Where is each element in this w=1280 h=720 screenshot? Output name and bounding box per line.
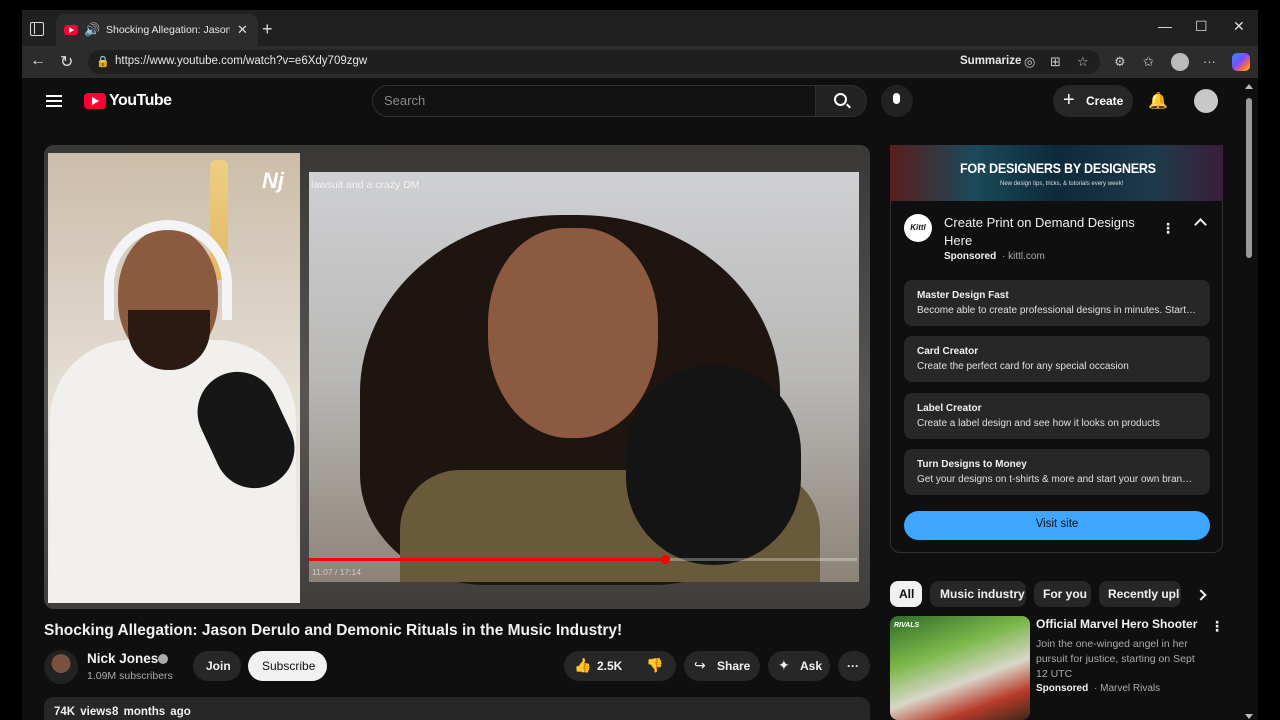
video-guest-microphone bbox=[626, 365, 801, 565]
recommended-description[interactable]: Join the one-winged angel in her pursuit… bbox=[1036, 637, 1208, 682]
voice-search-button[interactable] bbox=[881, 85, 913, 117]
extensions-icon[interactable]: ⚙ bbox=[1114, 54, 1126, 70]
scroll-down-arrow-icon[interactable] bbox=[1245, 714, 1253, 719]
ad-sitelink-desc[interactable]: Get your designs on t-shirts & more and … bbox=[917, 474, 1197, 485]
view-count: 74K views bbox=[54, 706, 112, 718]
site-info-icon[interactable]: 🔒 bbox=[96, 55, 110, 68]
search-placeholder[interactable]: Search bbox=[384, 93, 425, 108]
verified-badge-icon bbox=[158, 654, 168, 664]
like-count[interactable]: 2.5K bbox=[597, 659, 622, 673]
audio-playing-icon[interactable]: 🔊 bbox=[84, 22, 100, 38]
chip-label[interactable]: Music industry bbox=[940, 587, 1025, 601]
chip-label[interactable]: For you bbox=[1043, 587, 1087, 601]
video-scrubber-handle[interactable] bbox=[661, 555, 670, 564]
video-guest-face bbox=[488, 228, 658, 438]
favorite-star-icon[interactable]: ☆ bbox=[1077, 54, 1089, 70]
ad-sitelink-3[interactable] bbox=[904, 393, 1210, 439]
recommended-sponsored-label: Sponsored bbox=[1036, 683, 1089, 694]
ad-sitelink-2[interactable] bbox=[904, 336, 1210, 382]
search-input[interactable] bbox=[372, 85, 816, 117]
advertiser-logo[interactable]: Kittl bbox=[904, 214, 932, 242]
sparkle-icon[interactable]: ✦ bbox=[778, 657, 790, 674]
reload-button[interactable]: ↻ bbox=[60, 52, 73, 72]
browser-profile-avatar[interactable] bbox=[1171, 53, 1189, 71]
minimize-button[interactable]: — bbox=[1158, 18, 1172, 34]
chip-label[interactable]: All bbox=[899, 587, 914, 601]
ad-sitelink-desc[interactable]: Become able to create professional desig… bbox=[917, 305, 1197, 316]
chip-label[interactable]: Recently uplo bbox=[1108, 587, 1180, 601]
notifications-bell-icon[interactable]: 🔔 bbox=[1148, 91, 1168, 111]
subscriber-count: 1.09M subscribers bbox=[87, 670, 173, 682]
like-icon[interactable]: 👍 bbox=[574, 657, 591, 674]
join-label[interactable]: Join bbox=[206, 659, 231, 673]
ad-sitelink-title[interactable]: Turn Designs to Money bbox=[917, 459, 1027, 470]
channel-name[interactable]: Nick Jones bbox=[87, 651, 158, 666]
ad-sitelink-title[interactable]: Label Creator bbox=[917, 403, 981, 414]
translate-icon[interactable]: ◎ bbox=[1024, 54, 1035, 70]
thumbnail-logo-text: RIVALS bbox=[894, 622, 920, 629]
visit-site-label[interactable]: Visit site bbox=[904, 518, 1210, 530]
search-icon[interactable] bbox=[834, 93, 847, 106]
upload-age: 8 months ago bbox=[112, 706, 191, 718]
youtube-logo-text[interactable]: YouTube bbox=[109, 92, 172, 110]
ad-sitelink-1[interactable] bbox=[904, 280, 1210, 326]
youtube-logo-icon[interactable] bbox=[84, 93, 106, 109]
more-actions-icon[interactable]: ··· bbox=[847, 659, 859, 673]
video-progress-fill bbox=[309, 558, 665, 561]
browser-menu-button[interactable]: ··· bbox=[1203, 54, 1216, 69]
ad-title[interactable]: Create Print on Demand Designs Here bbox=[944, 214, 1144, 250]
plus-icon[interactable]: + bbox=[1063, 89, 1075, 111]
subscribe-label[interactable]: Subscribe bbox=[262, 659, 315, 673]
share-label[interactable]: Share bbox=[717, 659, 750, 673]
account-avatar[interactable] bbox=[1194, 89, 1218, 113]
video-title: Shocking Allegation: Jason Derulo and De… bbox=[44, 622, 623, 639]
scrollbar-thumb[interactable] bbox=[1246, 98, 1252, 258]
ad-menu-icon[interactable]: ⋮ bbox=[1161, 220, 1175, 237]
ad-sitelink-desc[interactable]: Create the perfect card for any special … bbox=[917, 361, 1197, 372]
close-window-button[interactable]: ✕ bbox=[1233, 18, 1245, 35]
recommended-menu-icon[interactable]: ⋮ bbox=[1210, 618, 1224, 635]
recommended-thumbnail[interactable] bbox=[890, 616, 1030, 720]
dislike-icon[interactable]: 👎 bbox=[646, 657, 663, 674]
back-button[interactable]: ← bbox=[30, 52, 46, 70]
youtube-favicon-icon bbox=[64, 25, 78, 35]
ad-banner-title[interactable]: FOR DESIGNERS BY DESIGNERS bbox=[960, 160, 1156, 176]
recommended-brand: · Marvel Rivals bbox=[1094, 683, 1161, 694]
ad-banner-subtitle[interactable]: New design tips, tricks, & tutorials eve… bbox=[1000, 181, 1123, 187]
channel-avatar[interactable] bbox=[44, 650, 78, 684]
maximize-button[interactable]: ☐ bbox=[1195, 18, 1208, 35]
new-tab-button[interactable]: + bbox=[262, 19, 273, 40]
video-caption: lawsuit and a crazy DM bbox=[311, 179, 420, 191]
ad-sitelink-title[interactable]: Card Creator bbox=[917, 346, 978, 357]
tab-title: Shocking Allegation: Jason D bbox=[106, 24, 230, 36]
share-icon[interactable]: ↪ bbox=[694, 657, 706, 674]
favorites-icon[interactable]: ✩ bbox=[1143, 54, 1154, 70]
tab-close-icon[interactable]: ✕ bbox=[237, 22, 248, 38]
channel-watermark: Nj bbox=[262, 168, 284, 193]
summarize-button[interactable]: Summarize bbox=[960, 55, 1021, 67]
guide-menu-icon[interactable] bbox=[46, 95, 62, 107]
app-available-icon[interactable]: ⊞ bbox=[1050, 54, 1061, 70]
url-text[interactable]: https://www.youtube.com/watch?v=e6Xdy709… bbox=[115, 55, 367, 67]
ad-sitelink-title[interactable]: Master Design Fast bbox=[917, 290, 1009, 301]
tab-actions-icon[interactable] bbox=[30, 22, 44, 36]
ask-label[interactable]: Ask bbox=[800, 659, 822, 673]
copilot-icon[interactable] bbox=[1232, 53, 1250, 71]
ad-sitelink-4[interactable] bbox=[904, 449, 1210, 495]
video-timecode: 11:07 / 17:14 bbox=[312, 567, 361, 577]
create-label[interactable]: Create bbox=[1086, 94, 1123, 108]
scroll-up-arrow-icon[interactable] bbox=[1245, 84, 1253, 89]
recommended-title[interactable]: Official Marvel Hero Shooter bbox=[1036, 617, 1197, 631]
ad-domain: · kittl.com bbox=[1002, 251, 1045, 262]
ad-sitelink-desc[interactable]: Create a label design and see how it loo… bbox=[917, 418, 1197, 429]
ad-sponsored-label: Sponsored bbox=[944, 251, 997, 262]
